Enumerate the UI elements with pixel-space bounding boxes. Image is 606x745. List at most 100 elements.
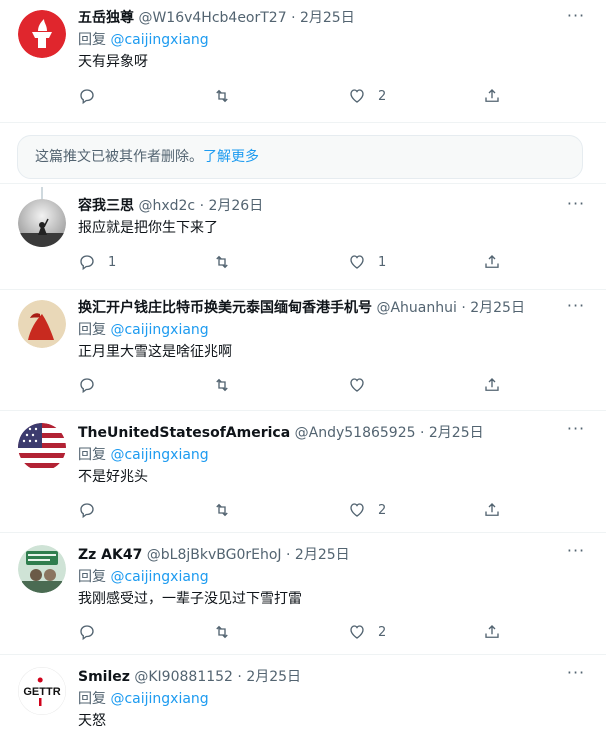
user-handle[interactable]: @Andy51865925 [295, 425, 416, 441]
tweet-date[interactable]: 2月25日 [470, 300, 525, 316]
avatar[interactable] [18, 300, 66, 348]
user-handle[interactable]: @Ahuanhui [376, 300, 456, 316]
user-handle[interactable]: @hxd2c [138, 198, 195, 214]
display-name[interactable]: Zz AK47 [78, 547, 142, 563]
reply-button[interactable] [78, 622, 108, 642]
tweet-date[interactable]: 2月25日 [300, 10, 355, 26]
tweet[interactable]: 五岳独尊 @W16v4Hcb4eorT27 · 2月25日 回复 @caijin… [0, 0, 606, 123]
retweet-icon [216, 255, 228, 269]
tweet[interactable]: 换汇开户钱庄比特币换美元泰国缅甸香港手机号 @Ahuanhui · 2月25日 … [0, 290, 606, 411]
more-icon[interactable]: ··· [564, 665, 588, 687]
share-icon [485, 625, 499, 638]
deleted-tweet-row: 这篇推文已被其作者删除。了解更多 [0, 123, 606, 184]
separator-dot: · [291, 10, 296, 26]
tweet-date[interactable]: 2月25日 [429, 425, 484, 441]
tweet-header: TheUnitedStatesofAmerica @Andy51865925 ·… [78, 423, 596, 443]
retweet-icon [216, 89, 228, 103]
retweet-icon [216, 503, 228, 517]
share-button[interactable] [483, 86, 501, 106]
tweet-header: 容我三思 @hxd2c · 2月26日 [78, 196, 596, 216]
display-name[interactable]: 容我三思 [78, 198, 134, 214]
display-name[interactable]: 五岳独尊 [78, 10, 134, 26]
tweet-header: 五岳独尊 @W16v4Hcb4eorT27 · 2月25日 [78, 8, 596, 28]
tweet-date[interactable]: 2月26日 [208, 198, 263, 214]
avatar[interactable] [18, 423, 66, 471]
retweet-button[interactable] [213, 86, 243, 106]
tweet[interactable]: 容我三思 @hxd2c · 2月26日 报应就是把你生下来了 ··· 1 1 [0, 184, 606, 290]
like-button[interactable]: 1 [348, 252, 386, 272]
retweet-icon [216, 378, 228, 392]
more-icon[interactable]: ··· [564, 8, 588, 30]
more-icon[interactable]: ··· [564, 543, 588, 565]
tweet-text: 天有异象呀 [78, 54, 148, 70]
reply-feed: 五岳独尊 @W16v4Hcb4eorT27 · 2月25日 回复 @caijin… [0, 0, 606, 745]
reply-prefix: 回复 [78, 691, 106, 707]
mention-link[interactable]: @caijingxiang [110, 322, 208, 338]
reply-button[interactable] [78, 86, 108, 106]
tweet[interactable]: TheUnitedStatesofAmerica @Andy51865925 ·… [0, 411, 606, 533]
tweet-actions [78, 375, 518, 395]
like-count: 2 [378, 502, 387, 518]
thread-line [41, 187, 43, 199]
like-button[interactable] [348, 375, 378, 395]
retweet-button[interactable] [213, 500, 243, 520]
display-name[interactable]: TheUnitedStatesofAmerica [78, 425, 290, 441]
avatar[interactable] [18, 10, 66, 58]
separator-dot: · [199, 198, 205, 214]
like-icon [350, 378, 364, 392]
deleted-tweet-notice: 这篇推文已被其作者删除。了解更多 [17, 135, 583, 179]
share-button[interactable] [483, 500, 501, 520]
share-button[interactable] [483, 252, 501, 272]
reply-icon [80, 625, 94, 641]
display-name[interactable]: Smilez [78, 669, 130, 685]
tweet-text: 我刚感受过，一辈子没见过下雪打雷 [78, 591, 302, 607]
display-name[interactable]: 换汇开户钱庄比特币换美元泰国缅甸香港手机号 [78, 300, 372, 316]
tweet-text: 不是好兆头 [78, 469, 148, 485]
tweet-actions: 2 [78, 622, 518, 642]
mention-link[interactable]: @caijingxiang [110, 569, 208, 585]
like-button[interactable]: 2 [348, 622, 386, 642]
user-handle[interactable]: @bL8jBkvBG0rEhoJ [147, 547, 282, 563]
like-button[interactable]: 2 [348, 500, 386, 520]
more-icon[interactable]: ··· [564, 421, 588, 443]
avatar[interactable]: GETTR [18, 667, 66, 715]
retweet-button[interactable] [213, 375, 243, 395]
share-icon [485, 503, 499, 516]
reply-button[interactable]: 1 [78, 252, 116, 272]
like-icon [350, 503, 364, 517]
tweet-actions: 2 [78, 86, 518, 106]
mention-link[interactable]: @caijingxiang [110, 32, 208, 48]
mention-link[interactable]: @caijingxiang [110, 691, 208, 707]
share-button[interactable] [483, 375, 501, 395]
separator-dot: · [419, 425, 425, 441]
learn-more-link[interactable]: 了解更多 [203, 149, 259, 165]
more-icon[interactable]: ··· [564, 298, 588, 320]
mention-link[interactable]: @caijingxiang [110, 447, 208, 463]
share-button[interactable] [483, 622, 501, 642]
replying-to: 回复 @caijingxiang [78, 445, 596, 465]
user-handle[interactable]: @KI90881152 [134, 669, 233, 685]
retweet-button[interactable] [213, 622, 243, 642]
deleted-notice-text: 这篇推文已被其作者删除。 [35, 149, 203, 165]
reply-prefix: 回复 [78, 447, 106, 463]
reply-prefix: 回复 [78, 32, 106, 48]
reply-icon [80, 378, 94, 394]
tweet[interactable]: Zz AK47 @bL8jBkvBG0rEhoJ · 2月25日 回复 @cai… [0, 533, 606, 655]
tweet-actions: 1 1 [78, 252, 518, 272]
replying-to: 回复 @caijingxiang [78, 320, 596, 340]
avatar[interactable] [18, 199, 66, 247]
reply-button[interactable] [78, 500, 108, 520]
avatar[interactable] [18, 545, 66, 593]
like-button[interactable]: 2 [348, 86, 386, 106]
tweet-date[interactable]: 2月25日 [246, 669, 301, 685]
tweet[interactable]: GETTR Smilez @KI90881152 · 2月25日 回复 @cai… [0, 655, 606, 745]
like-icon [350, 255, 364, 269]
user-handle[interactable]: @W16v4Hcb4eorT27 [138, 10, 286, 26]
reply-button[interactable] [78, 375, 108, 395]
retweet-button[interactable] [213, 252, 243, 272]
tweet-date[interactable]: 2月25日 [295, 547, 350, 563]
like-count: 2 [378, 624, 387, 640]
like-count: 2 [378, 88, 387, 104]
more-icon[interactable]: ··· [564, 196, 588, 218]
share-icon [485, 89, 499, 102]
